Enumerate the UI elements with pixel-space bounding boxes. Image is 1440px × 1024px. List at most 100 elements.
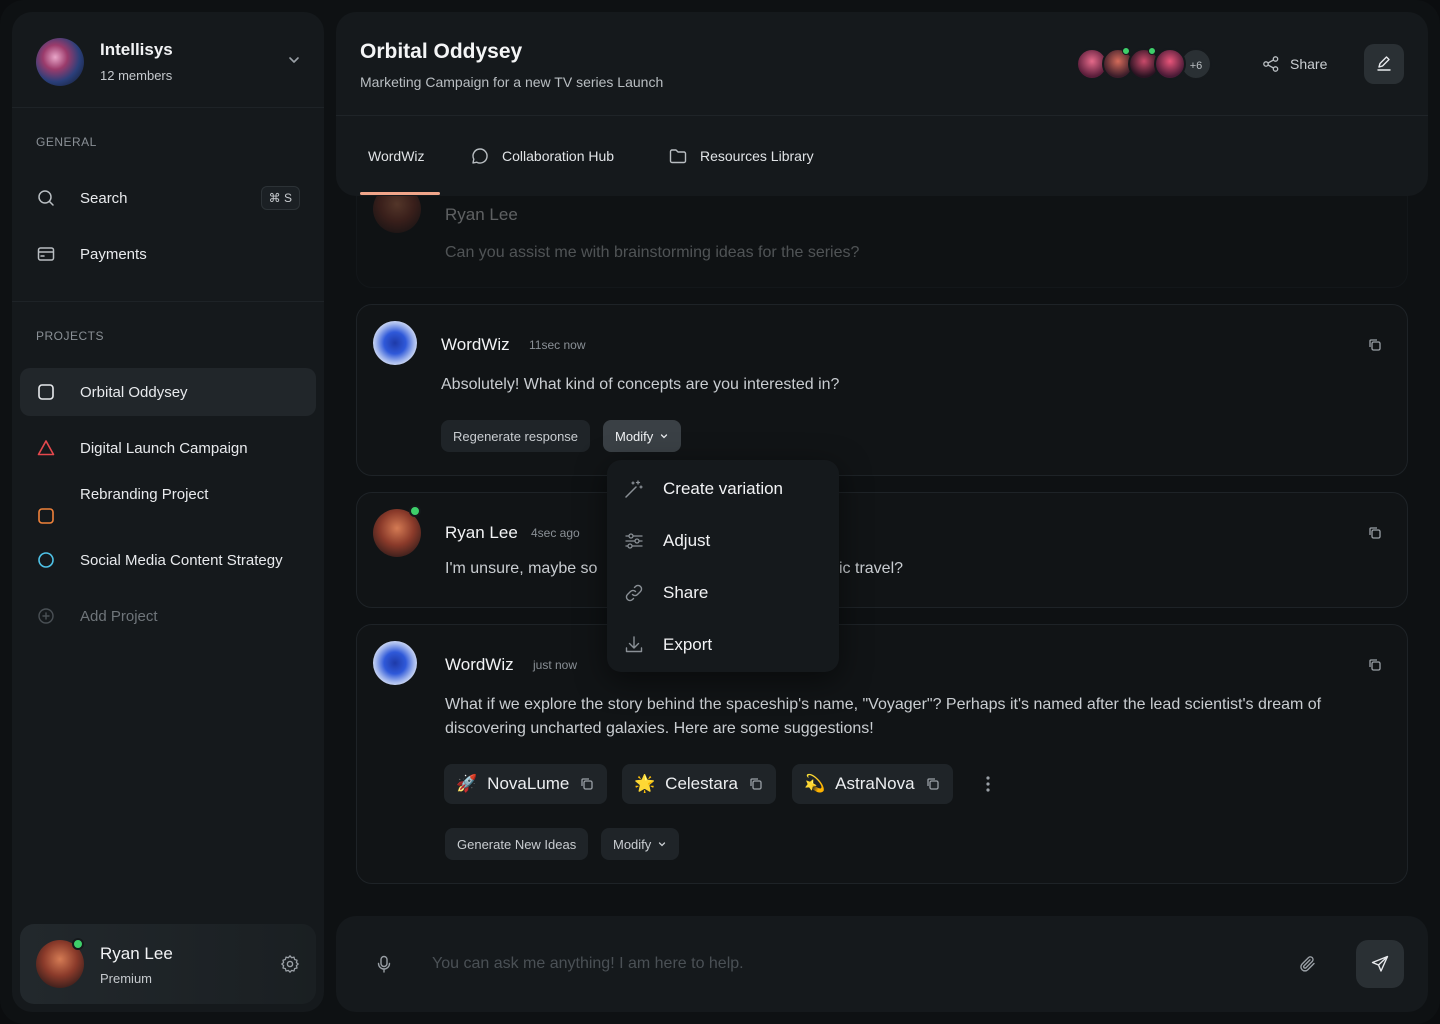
- workspace-switcher[interactable]: Intellisys 12 members: [12, 12, 324, 108]
- avatar: [373, 196, 421, 233]
- rocket-icon: 🚀: [456, 774, 478, 793]
- paperclip-icon[interactable]: [1298, 954, 1318, 974]
- page-subtitle: Marketing Campaign for a new TV series L…: [360, 74, 664, 90]
- tab-resources-library[interactable]: Resources Library: [668, 140, 814, 172]
- project-item-social-media-content-strategy[interactable]: Social Media Content Strategy: [20, 536, 316, 584]
- project-item-orbital-oddysey[interactable]: Orbital Oddysey: [20, 368, 316, 416]
- project-label: Digital Launch Campaign: [80, 439, 248, 457]
- share-button[interactable]: Share: [1262, 52, 1327, 76]
- chat-message: WordWiz 11sec now Absolutely! What kind …: [356, 304, 1408, 476]
- star-icon: 🌟: [634, 774, 656, 793]
- triangle-icon: [37, 440, 55, 456]
- app-window: Intellisys 12 members GENERAL Search ⌘ S…: [0, 0, 1440, 1024]
- circle-icon: [38, 552, 54, 568]
- suggestion-label: Celestara: [665, 774, 738, 793]
- gear-icon[interactable]: [280, 954, 300, 974]
- add-project-label: Add Project: [80, 607, 158, 625]
- suggestion-chip[interactable]: 🚀 NovaLume: [444, 764, 608, 804]
- user-plan: Premium: [100, 971, 153, 986]
- online-status-dot: [72, 938, 84, 950]
- download-icon: [625, 636, 643, 653]
- sidebar: Intellisys 12 members GENERAL Search ⌘ S…: [12, 12, 324, 1012]
- generate-new-ideas-button[interactable]: Generate New Ideas: [445, 828, 589, 860]
- menu-item-export[interactable]: Export: [623, 631, 712, 659]
- modify-dropdown-menu: Create variation Adjust Share Export: [607, 460, 839, 672]
- square-icon: [38, 508, 54, 524]
- chat-message: WordWiz just now What if we explore the …: [356, 624, 1408, 884]
- chat-thread: Ryan Lee Can you assist me with brainsto…: [336, 196, 1428, 904]
- message-timestamp: just now: [533, 658, 578, 672]
- active-tab-indicator: [360, 192, 440, 195]
- search-shortcut-badge: ⌘ S: [260, 186, 300, 210]
- online-status-dot: [409, 505, 421, 517]
- copy-icon[interactable]: [925, 776, 941, 792]
- message-author: Ryan Lee: [445, 205, 518, 224]
- share-icon: [1263, 56, 1279, 72]
- page-title: Orbital Oddysey: [360, 40, 523, 63]
- project-item-rebranding-project[interactable]: Rebranding Project: [20, 470, 316, 540]
- suggestion-chip[interactable]: 💫 AstraNova: [792, 764, 953, 804]
- copy-icon[interactable]: [748, 776, 764, 792]
- sidebar-item-search[interactable]: Search ⌘ S: [20, 174, 316, 222]
- menu-item-label: Share: [663, 583, 709, 602]
- suggestion-label: NovaLume: [487, 774, 570, 793]
- message-text: What if we explore the story behind the …: [445, 696, 1322, 737]
- regenerate-response-button[interactable]: Regenerate response: [441, 420, 591, 452]
- project-header: Orbital Oddysey Marketing Campaign for a…: [336, 12, 1428, 196]
- copy-icon[interactable]: [579, 776, 595, 792]
- menu-item-share[interactable]: Share: [623, 579, 708, 607]
- menu-item-adjust[interactable]: Adjust: [623, 527, 710, 555]
- magic-wand-icon: [625, 480, 643, 498]
- chat-message: Ryan Lee 4sec ago I'm unsure, maybe so i…: [356, 492, 1408, 608]
- wallet-icon: [37, 247, 55, 261]
- modify-button[interactable]: Modify: [601, 828, 680, 860]
- microphone-icon[interactable]: [374, 954, 394, 974]
- send-icon: [1371, 955, 1389, 972]
- tab-label: WordWiz: [368, 148, 425, 164]
- copy-icon[interactable]: [1367, 657, 1383, 673]
- suggestion-chip[interactable]: 🌟 Celestara: [622, 764, 776, 804]
- chat-message: Ryan Lee Can you assist me with brainsto…: [356, 196, 1408, 288]
- suggestion-label: AstraNova: [835, 774, 915, 793]
- message-author: WordWiz: [441, 335, 510, 354]
- member-avatars[interactable]: +6: [1076, 47, 1212, 80]
- plus-circle-icon: [38, 608, 54, 624]
- workspace-members: 12 members: [100, 68, 173, 83]
- modify-button[interactable]: Modify: [603, 420, 682, 452]
- general-section-label: GENERAL: [36, 135, 97, 149]
- tab-label: Resources Library: [700, 148, 814, 164]
- sidebar-item-payments[interactable]: Payments: [20, 230, 316, 278]
- add-project-button[interactable]: Add Project: [20, 592, 316, 640]
- copy-icon[interactable]: [1367, 337, 1383, 353]
- menu-item-label: Export: [663, 635, 713, 654]
- menu-item-create-variation[interactable]: Create variation: [623, 475, 783, 503]
- avatar: [1154, 48, 1186, 80]
- project-label: Rebranding Project: [80, 486, 209, 503]
- button-label: Generate New Ideas: [457, 836, 577, 852]
- wordwiz-avatar: [373, 641, 417, 685]
- sparkle-icon: 💫: [804, 774, 826, 793]
- tab-wordwiz[interactable]: WordWiz: [368, 140, 425, 172]
- project-label: Social Media Content Strategy: [80, 551, 283, 569]
- edit-button[interactable]: [1364, 44, 1404, 84]
- button-label: Regenerate response: [453, 428, 579, 444]
- tab-label: Collaboration Hub: [502, 148, 615, 164]
- message-input[interactable]: [432, 950, 1272, 978]
- share-label: Share: [1290, 56, 1328, 72]
- search-icon: [38, 190, 54, 206]
- message-text: I'm unsure, maybe so: [445, 560, 598, 577]
- send-button[interactable]: [1356, 940, 1404, 988]
- copy-icon[interactable]: [1367, 525, 1383, 541]
- more-options-icon[interactable]: [986, 774, 990, 794]
- message-text: Can you assist me with brainstorming ide…: [445, 244, 860, 261]
- message-author: Ryan Lee: [445, 523, 518, 542]
- tab-collaboration-hub[interactable]: Collaboration Hub: [470, 140, 614, 172]
- button-label: Modify: [615, 428, 654, 444]
- project-item-digital-launch-campaign[interactable]: Digital Launch Campaign: [20, 424, 316, 472]
- chevron-down-icon[interactable]: [286, 52, 302, 68]
- message-composer: [336, 916, 1428, 1012]
- menu-item-label: Create variation: [663, 479, 784, 498]
- chevron-down-icon: [659, 842, 666, 847]
- user-profile-card[interactable]: Ryan Lee Premium: [20, 924, 316, 1004]
- message-timestamp: 11sec now: [529, 338, 586, 352]
